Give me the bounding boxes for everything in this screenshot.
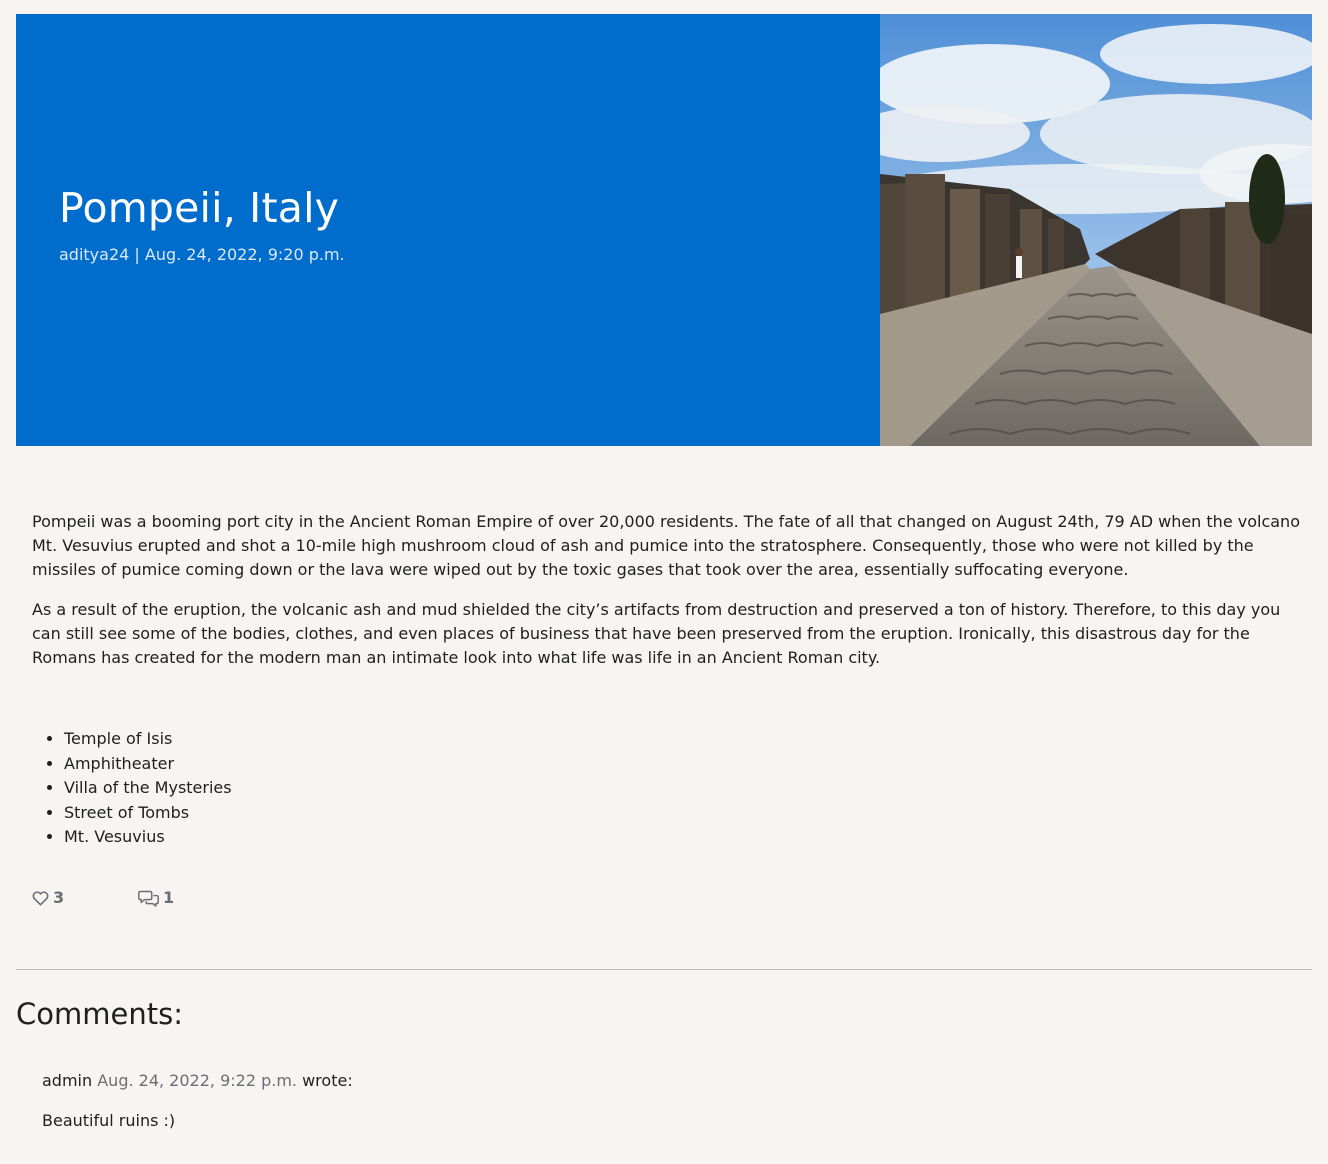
comment-count: 1 bbox=[163, 888, 175, 907]
comment-suffix: wrote: bbox=[302, 1071, 353, 1090]
post-image bbox=[880, 14, 1312, 446]
comment-date: Aug. 24, 2022, 9:22 p.m. bbox=[97, 1071, 297, 1090]
comments-heading: Comments: bbox=[16, 997, 183, 1031]
comment-item: admin Aug. 24, 2022, 9:22 p.m. wrote: Be… bbox=[42, 1069, 1242, 1133]
list-item: Temple of Isis bbox=[64, 727, 232, 752]
post-meta: aditya24 | Aug. 24, 2022, 9:20 p.m. bbox=[59, 245, 345, 264]
post-title: Pompeii, Italy bbox=[59, 184, 340, 232]
list-item: Amphitheater bbox=[64, 752, 232, 777]
post-hero: Pompeii, Italy aditya24 | Aug. 24, 2022,… bbox=[16, 14, 1312, 446]
heart-icon bbox=[32, 890, 49, 906]
comment-header: admin Aug. 24, 2022, 9:22 p.m. wrote: bbox=[42, 1069, 1242, 1093]
list-item: Street of Tombs bbox=[64, 801, 232, 826]
list-item: Mt. Vesuvius bbox=[64, 825, 232, 850]
post-paragraph: Pompeii was a booming port city in the A… bbox=[32, 512, 1300, 579]
hero-title-panel: Pompeii, Italy aditya24 | Aug. 24, 2022,… bbox=[16, 14, 880, 446]
places-list: Temple of Isis Amphitheater Villa of the… bbox=[32, 727, 232, 850]
post-body: Pompeii was a booming port city in the A… bbox=[32, 510, 1300, 686]
post-paragraph: As a result of the eruption, the volcani… bbox=[32, 600, 1281, 667]
comments-button[interactable]: 1 bbox=[138, 888, 174, 907]
chat-bubbles-icon bbox=[138, 889, 159, 907]
like-count: 3 bbox=[53, 888, 65, 907]
pompeii-street-photo bbox=[880, 14, 1312, 446]
section-divider bbox=[16, 969, 1312, 970]
list-item: Villa of the Mysteries bbox=[64, 776, 232, 801]
comment-author: admin bbox=[42, 1071, 93, 1090]
like-button[interactable]: 3 bbox=[32, 888, 64, 907]
post-stats: 3 1 bbox=[32, 888, 232, 912]
comment-body: Beautiful ruins :) bbox=[42, 1111, 176, 1130]
